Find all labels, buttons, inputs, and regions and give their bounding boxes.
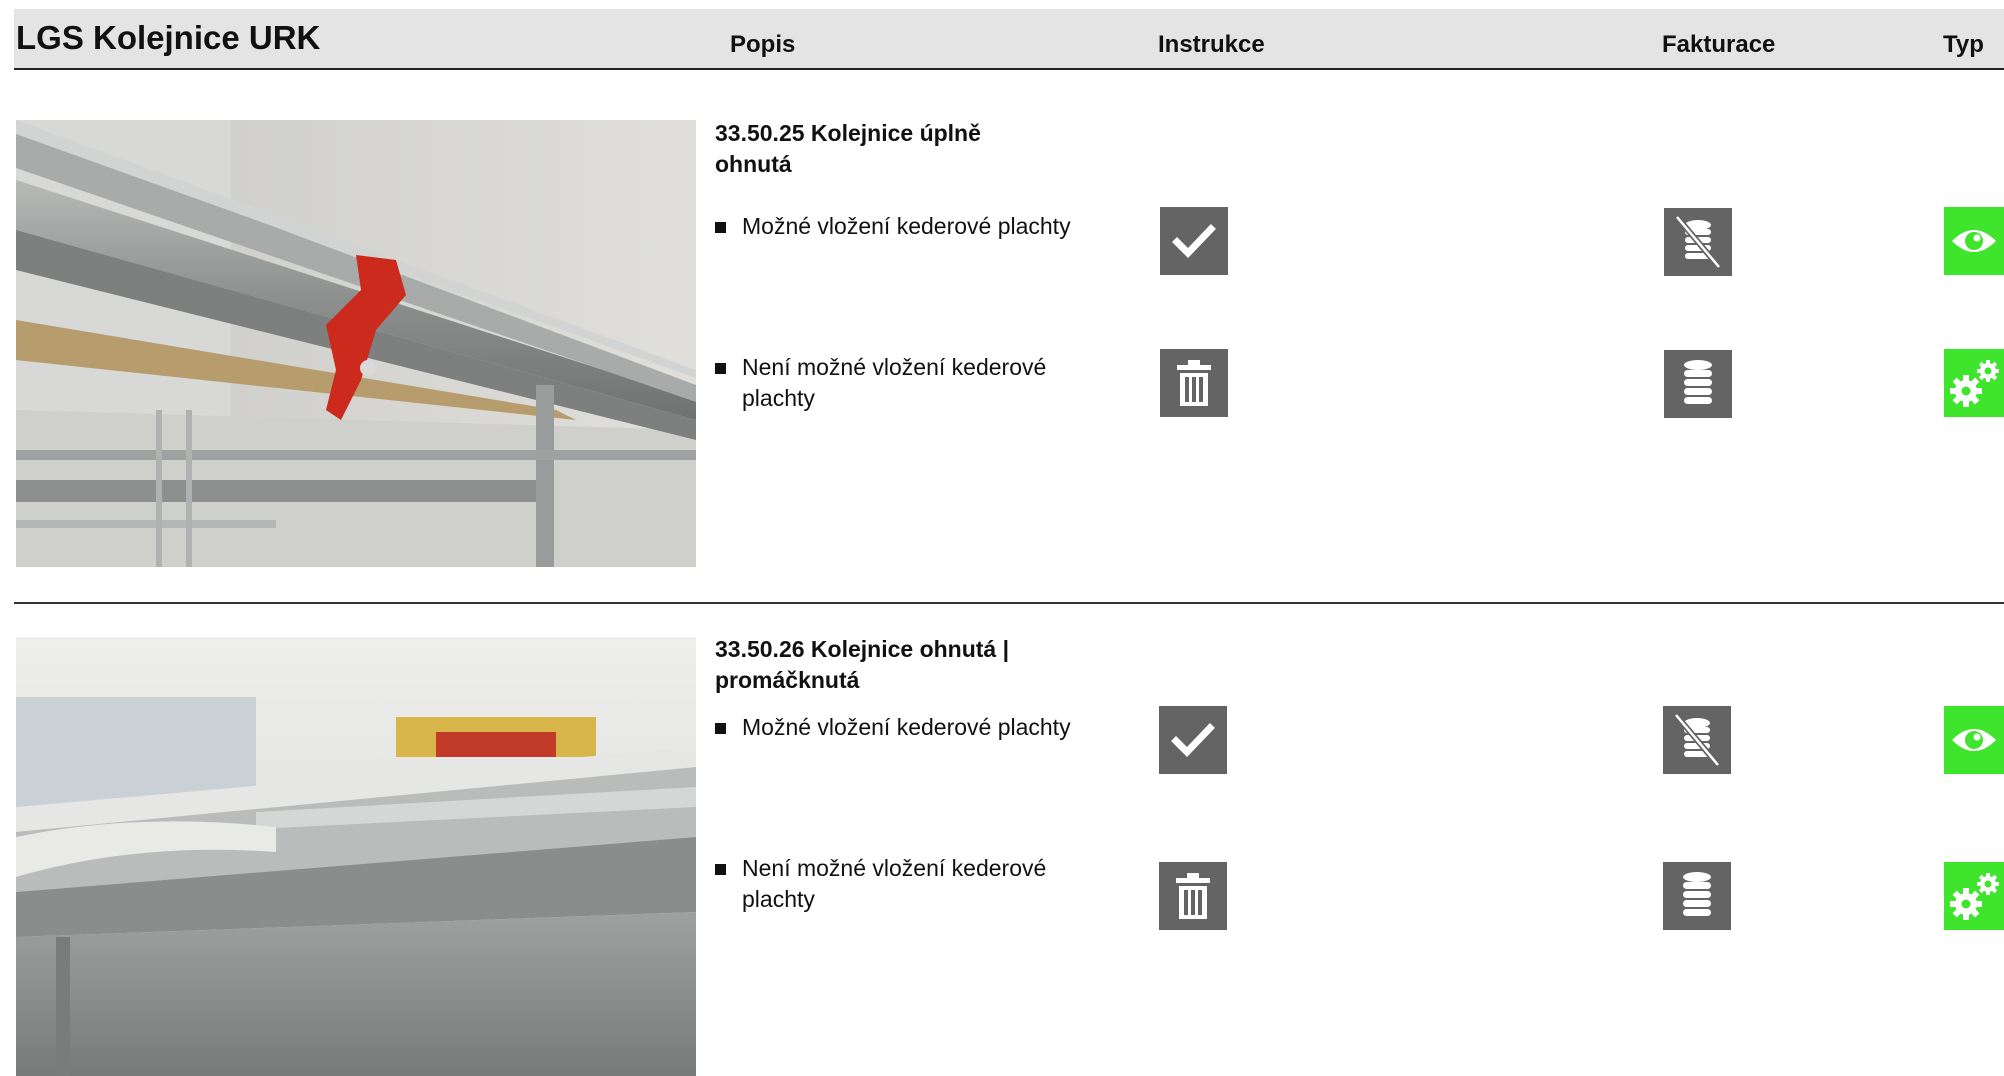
product-photo-rail-bent-dented [16,637,696,1076]
list-item-text: Není možné vložení kederové plachty [742,354,1047,411]
item-title: 33.50.26 Kolejnice ohnutá | promáčknutá [715,636,1010,693]
list-item-text: Není možné vložení kederové plachty [742,855,1047,912]
document-title: LGS Kolejnice URK [16,19,321,56]
coins-stack-icon[interactable] [1664,350,1732,418]
trash-icon[interactable] [1160,349,1228,417]
gears-icon[interactable] [1944,349,2004,417]
checkmark-icon[interactable] [1159,706,1227,774]
list-item: Možné vložení kederové plachty [715,712,1085,743]
eye-icon[interactable] [1944,706,2004,774]
coins-stack-icon[interactable] [1663,862,1731,930]
column-header-popis: Popis [730,31,796,58]
list-item: Není možné vložení kederové plachty [715,853,1085,915]
list-item: Není možné vložení kederové plachty [715,352,1085,414]
no-billing-coins-icon[interactable] [1664,208,1732,276]
eye-icon[interactable] [1944,207,2004,275]
bullet-square [715,723,726,734]
bullet-square [715,864,726,875]
table-header: LGS Kolejnice URK Popis Instrukce Faktur… [14,9,2004,70]
column-header-instrukce: Instrukce [1158,31,1265,58]
trash-icon[interactable] [1159,862,1227,930]
gears-icon[interactable] [1944,862,2004,930]
column-header-typ: Typ [1943,31,1984,58]
bullet-square [715,222,726,233]
column-header-fakturace: Fakturace [1662,31,1776,58]
checkmark-icon[interactable] [1160,207,1228,275]
list-item-text: Možné vložení kederové plachty [742,714,1071,740]
list-item: Možné vložení kederové plachty [715,211,1085,242]
list-item-text: Možné vložení kederové plachty [742,213,1071,239]
product-photo-rail-fully-bent [16,120,696,567]
section-divider [14,602,2004,604]
bullet-square [715,363,726,374]
no-billing-coins-icon[interactable] [1663,706,1731,774]
item-title: 33.50.25 Kolejnice úplně ohnutá [715,120,981,177]
